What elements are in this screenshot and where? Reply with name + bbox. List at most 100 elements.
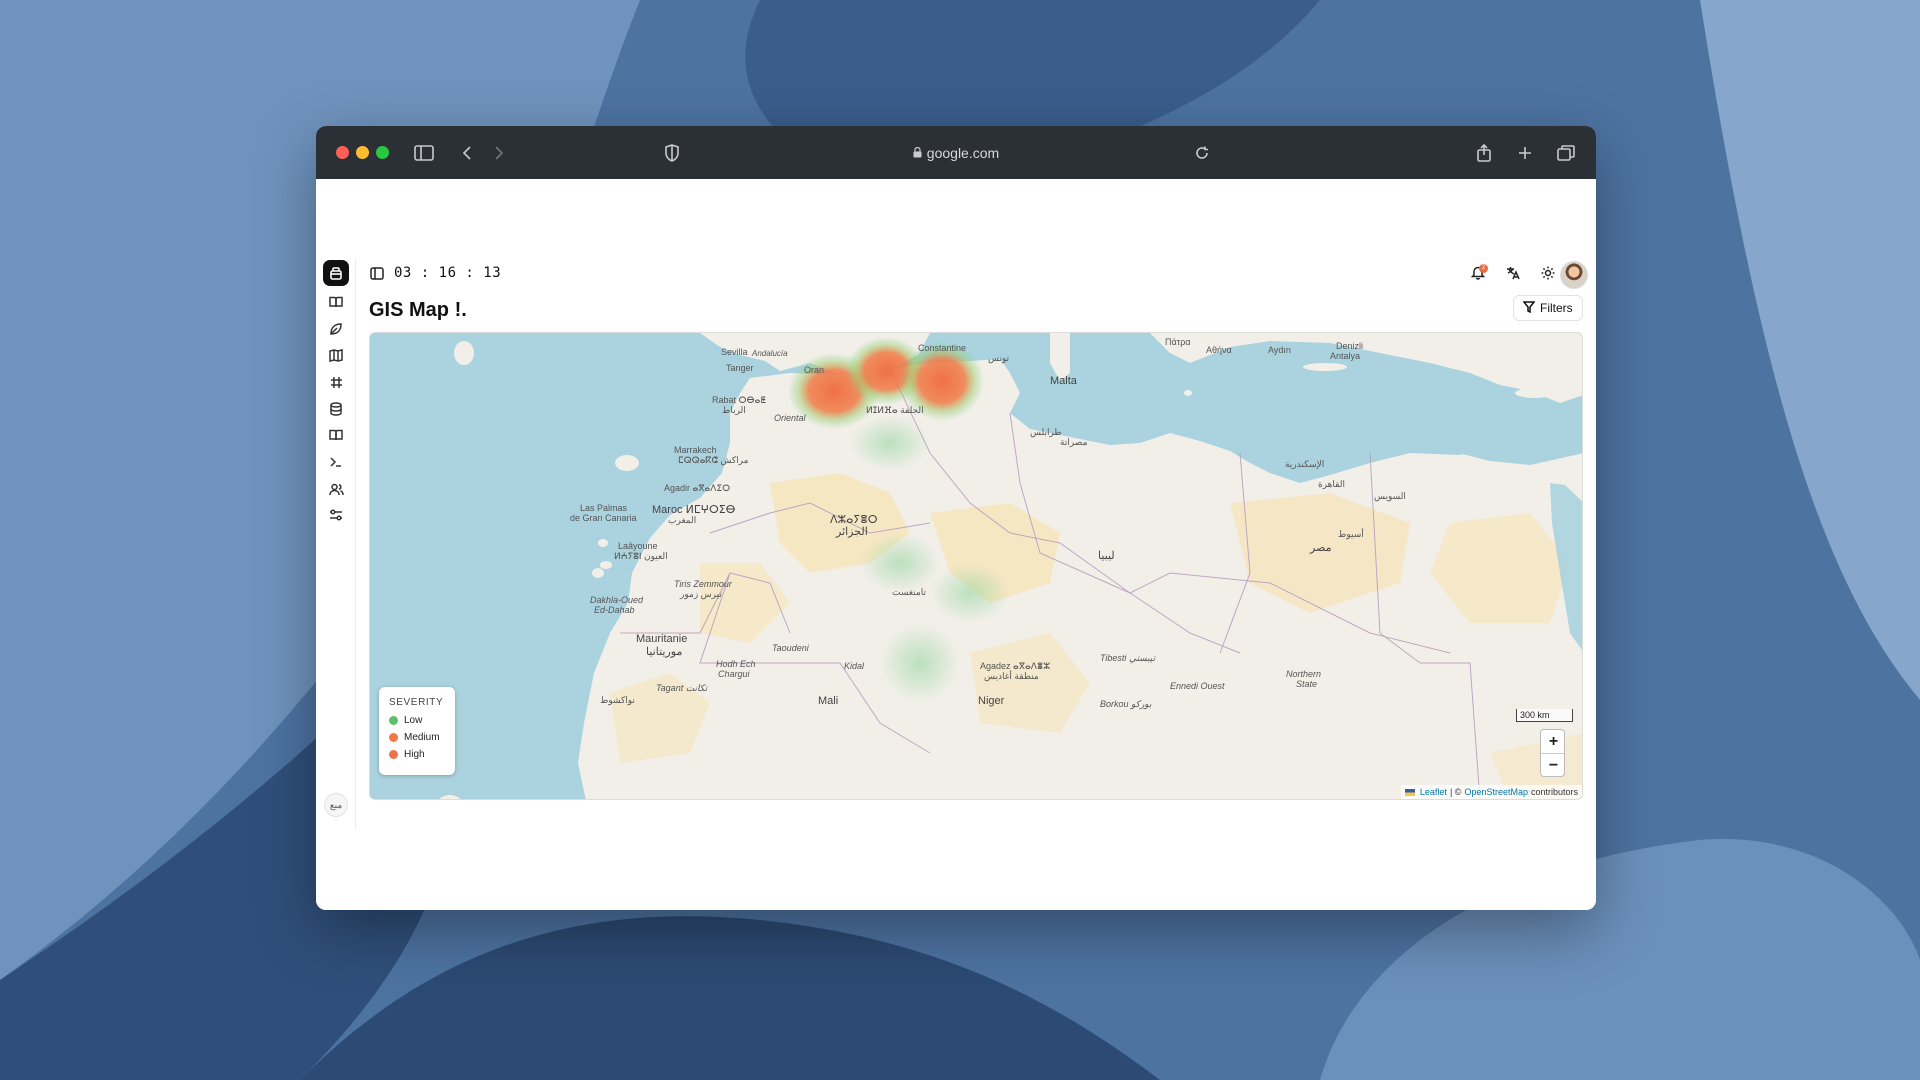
place-label: Antalya <box>1330 351 1361 361</box>
app-header: 03 : 16 : 13 2 <box>368 261 1588 289</box>
address-url: google.com <box>926 145 1000 161</box>
place-label: Marrakech <box>674 445 717 455</box>
book-icon[interactable] <box>326 292 346 312</box>
place-label: موريتانيا <box>646 646 683 658</box>
place-label: Sevilla <box>721 347 748 357</box>
sidebar-toggle-icon[interactable] <box>411 140 437 166</box>
place-label: Tiris Zemmour <box>674 579 732 589</box>
leaf-icon[interactable] <box>326 319 346 339</box>
leaflet-link[interactable]: Leaflet <box>1420 785 1447 799</box>
back-icon[interactable] <box>454 140 480 166</box>
filters-button[interactable]: Filters <box>1513 295 1583 321</box>
place-label: السويس <box>1374 491 1406 501</box>
place-label: تونس <box>988 353 1010 363</box>
place-label: Constantine <box>918 343 967 353</box>
forward-icon[interactable] <box>486 140 512 166</box>
gis-map[interactable]: Sevilla Andalucía Tanger Oran Constantin… <box>369 332 1583 800</box>
page-title: GIS Map !. <box>369 299 467 321</box>
share-icon[interactable] <box>1471 140 1497 166</box>
place-label: المغرب <box>668 515 697 525</box>
legend-dot <box>389 750 398 759</box>
place-label: تامنغست <box>892 587 926 597</box>
nav-rail: مبع <box>316 259 356 829</box>
place-label: Borkou بوركو <box>1100 699 1152 709</box>
app-logo-icon[interactable] <box>323 260 349 286</box>
place-label: Kidal <box>844 661 865 671</box>
place-label: Αθήνα <box>1206 345 1232 355</box>
place-label: Andalucía <box>752 349 788 358</box>
place-label: de Gran Canaria <box>570 513 637 523</box>
place-label: ⵍⵊⵍⴼⴰ الجلفة <box>866 405 924 415</box>
place-label: مصر <box>1310 542 1332 554</box>
browser-window: google.com مبع 03: 16: 13 2 GIS Map !.… <box>316 126 1596 910</box>
place-label: Oran <box>804 365 825 375</box>
place-label: Tagant تكانت <box>656 683 708 693</box>
place-label: Laâyoune <box>618 541 658 551</box>
ukraine-flag-icon <box>1404 788 1415 796</box>
place-label: الإسكندرية <box>1285 459 1325 469</box>
filters-label: Filters <box>1540 301 1573 315</box>
privacy-shield-icon[interactable] <box>659 140 685 166</box>
place-label: Tanger <box>726 363 754 373</box>
place-label: Malta <box>1050 375 1077 387</box>
legend-dot <box>389 716 398 725</box>
new-tab-icon[interactable] <box>1512 140 1538 166</box>
place-label: نواكشوط <box>600 695 635 705</box>
legend-item-low: Low <box>389 712 455 729</box>
users-icon[interactable] <box>326 479 346 499</box>
translate-button[interactable] <box>1499 261 1527 289</box>
avatar[interactable] <box>1560 261 1588 289</box>
notification-count-badge: 2 <box>1479 264 1488 273</box>
place-label: أسيوط <box>1338 529 1364 539</box>
place-label: Agadir ⴰⴳⴰⴷⵉⵔ <box>664 483 731 493</box>
place-label: ⵎⵕⵕⴰⴽⵛ مراكش <box>678 455 749 465</box>
attribution-separator: | © <box>1449 787 1462 797</box>
map-attribution: Leaflet | © OpenStreetMap contributors <box>1400 785 1582 799</box>
place-label: Hodh Ech <box>716 659 756 669</box>
legend-label: Medium <box>404 732 440 743</box>
legend-title: SEVERITY <box>389 697 444 708</box>
place-label: مصراتة <box>1060 437 1088 447</box>
address-bar[interactable]: google.com <box>856 142 1056 164</box>
zoom-in-button[interactable]: + <box>1541 730 1564 754</box>
place-label: Πάτρα <box>1165 337 1191 347</box>
place-label: القاهرة <box>1318 479 1345 489</box>
theme-toggle-button[interactable] <box>1534 261 1562 289</box>
panel-toggle-icon[interactable] <box>368 264 386 282</box>
legend-item-high: High <box>389 746 455 763</box>
place-label: الجزائر <box>836 526 868 538</box>
tab-overview-icon[interactable] <box>1553 140 1579 166</box>
terminal-icon[interactable] <box>326 452 346 472</box>
maximize-window-button[interactable] <box>376 146 389 159</box>
legend-dot <box>389 733 398 742</box>
sliders-icon[interactable] <box>326 505 346 525</box>
map-scale: 300 km <box>1516 709 1573 722</box>
osm-link[interactable]: OpenStreetMap <box>1464 785 1528 799</box>
place-label: Mali <box>818 695 839 707</box>
close-window-button[interactable] <box>336 146 349 159</box>
place-label: Chargui <box>718 669 750 679</box>
legend-label: Low <box>404 715 423 726</box>
translate-icon <box>1506 266 1521 285</box>
user-initials-button[interactable]: مبع <box>324 793 348 817</box>
session-clock: 03 : 16 : 13 <box>394 265 502 281</box>
place-label: Las Palmas <box>580 503 628 513</box>
place-label: Ennedi Ouest <box>1170 681 1225 691</box>
page-content: مبع 03 : 16 : 13 2 GIS Map !. Filters Se… <box>316 179 1596 910</box>
map-icon[interactable] <box>326 345 346 365</box>
reload-icon[interactable] <box>1189 140 1215 166</box>
filter-icon <box>1522 300 1536 316</box>
book-open-icon[interactable] <box>326 425 346 445</box>
place-label: ليبيا <box>1098 550 1115 562</box>
place-label: الرباط <box>722 405 746 415</box>
database-icon[interactable] <box>326 399 346 419</box>
notifications-button[interactable]: 2 <box>1464 261 1492 289</box>
place-label: Niger <box>978 695 1005 707</box>
minimize-window-button[interactable] <box>356 146 369 159</box>
map-tiles <box>370 333 1582 799</box>
hash-icon[interactable] <box>326 372 346 392</box>
legend-label: High <box>404 749 425 760</box>
zoom-out-button[interactable]: − <box>1541 754 1564 776</box>
place-label: Taoudeni <box>772 643 809 653</box>
place-label: منطقة أغاديس <box>984 671 1039 681</box>
